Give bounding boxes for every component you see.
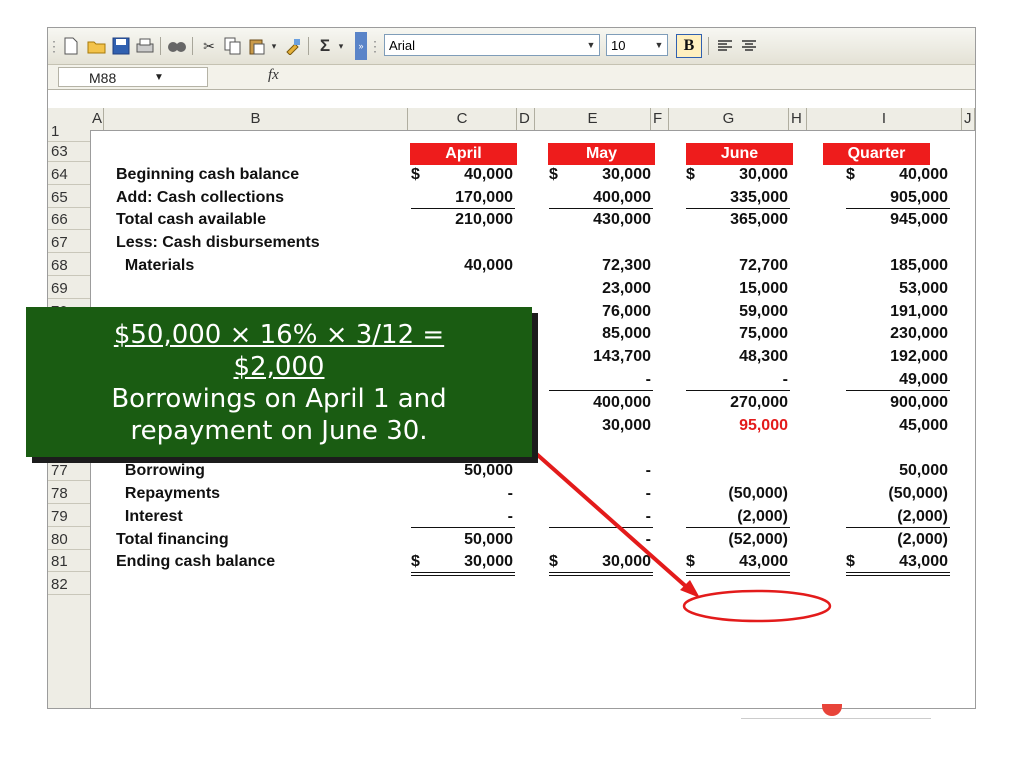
callout-formula: $50,000 × 16% × 3/12 = (113, 320, 445, 350)
interest-highlight-ellipse (682, 589, 832, 623)
annotation-arrow (530, 448, 692, 592)
callout-note-2: repayment on June 30. (130, 416, 428, 446)
callout-note-1: Borrowings on April 1 and (111, 384, 447, 414)
callout-result: $2,000 (233, 352, 325, 382)
interest-calculation-callout: $50,000 × 16% × 3/12 = $2,000 Borrowings… (26, 307, 532, 457)
slide-decoration-line (741, 718, 931, 719)
